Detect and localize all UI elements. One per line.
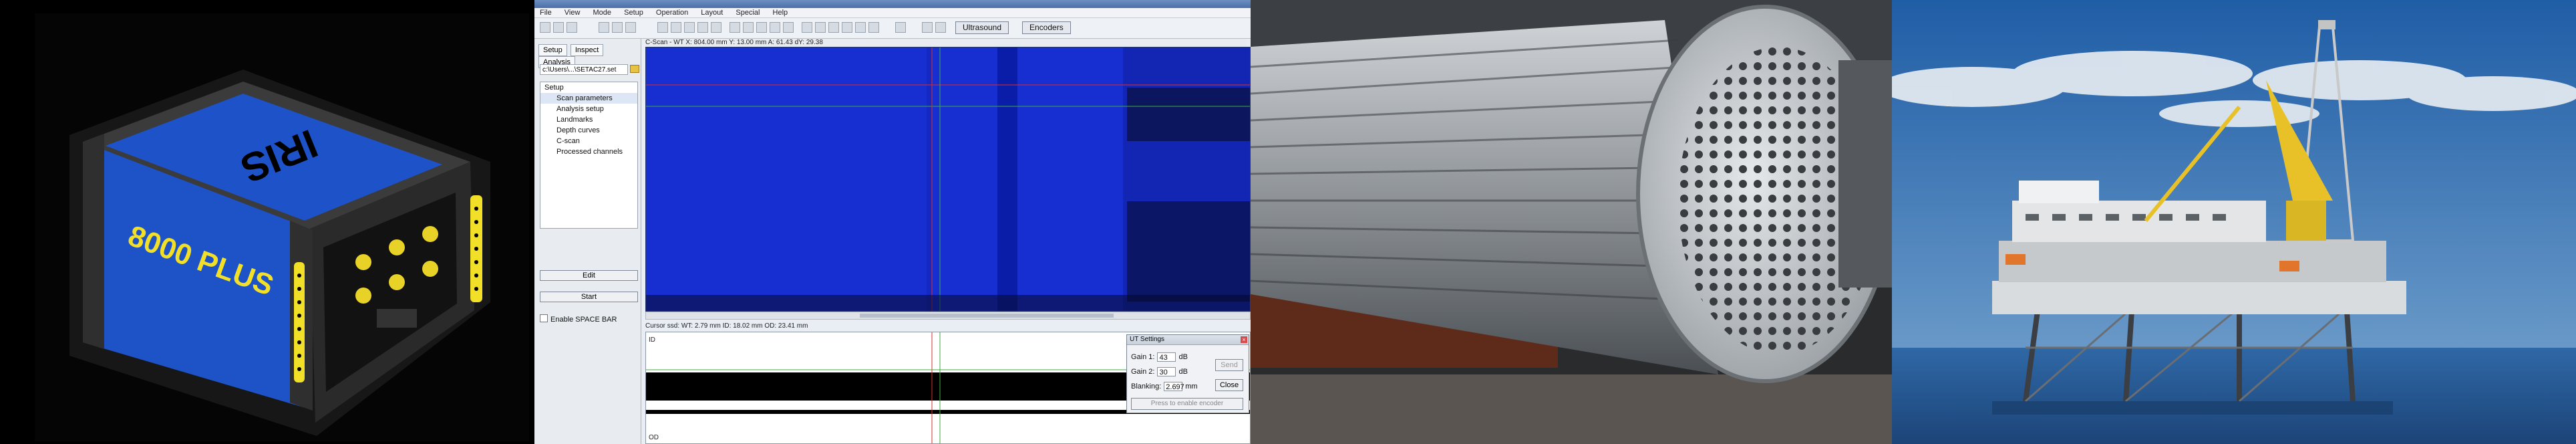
edit-button[interactable]: Edit (540, 270, 638, 281)
menu-file[interactable]: File (534, 8, 557, 17)
toolbar-button-cursor-icon[interactable] (612, 22, 623, 33)
enable-spacebar-label: Enable SPACE BAR (550, 316, 617, 324)
software-window: File View Mode Setup Operation Layout Sp… (534, 0, 1251, 444)
enable-encoder-hint[interactable]: Press to enable encoder (1131, 398, 1243, 410)
toolbar-button-undo-icon[interactable] (599, 22, 609, 33)
cursor-info: Cursor ssd: WT: 2.79 mm ID: 18.02 mm OD:… (645, 322, 808, 330)
gain1-input[interactable]: 43 (1157, 352, 1176, 362)
toolbar-button-move-icon[interactable] (625, 22, 636, 33)
menu-view[interactable]: View (559, 8, 586, 17)
toolbar-button-fit-icon[interactable] (697, 22, 708, 33)
menu-operation[interactable]: Operation (651, 8, 693, 17)
setup-tree-header[interactable]: Setup (540, 82, 637, 93)
setup-tree: Setup Scan parameters Analysis setup Lan… (540, 82, 638, 229)
toolbar-button-view-icon[interactable] (815, 22, 826, 33)
tree-item-cscan[interactable]: C-scan (540, 136, 637, 146)
toolbar-button-grid-icon[interactable] (684, 22, 695, 33)
toolbar-button-overlay-icon[interactable] (855, 22, 866, 33)
toolbar-button-export-icon[interactable] (756, 22, 767, 33)
tube-bundle-photo-panel (1251, 0, 1892, 444)
ut-settings-title[interactable]: UT Settings (1127, 335, 1249, 345)
toolbar-button-layout2-icon[interactable] (553, 22, 564, 33)
toolbar-button-capture-icon[interactable] (802, 22, 812, 33)
left-pane: Setup Inspect Analysis c:\Users\...\SETA… (534, 39, 641, 444)
offshore-platform-photo-panel (1892, 0, 2576, 444)
tab-inspect[interactable]: Inspect (570, 44, 604, 56)
toolbar-button-channel2-icon[interactable] (935, 22, 946, 33)
toolbar-button-flag-icon[interactable] (895, 22, 906, 33)
toolbar-button-channel-icon[interactable] (922, 22, 933, 33)
toolbar-button-list-icon[interactable] (567, 22, 577, 33)
tree-item-analysis-setup[interactable]: Analysis setup (540, 104, 637, 114)
device-photo-panel: IRIS 8000 PLUS (0, 0, 534, 444)
tab-setup[interactable]: Setup (538, 44, 567, 56)
offshore-platform-illustration (1892, 0, 2576, 444)
blanking-label: Blanking: (1131, 382, 1162, 391)
blanking-input[interactable]: 2.697 (1164, 382, 1184, 391)
toolbar-button-zoom-icon[interactable] (657, 22, 668, 33)
toolbar-button-print-icon[interactable] (743, 22, 754, 33)
blanking-unit: mm (1185, 382, 1198, 391)
folder-open-icon[interactable] (630, 65, 639, 73)
enable-spacebar-checkbox[interactable] (540, 314, 548, 322)
toolbar-button-color-icon[interactable] (828, 22, 839, 33)
window-title-bar[interactable] (534, 0, 1251, 8)
menu-mode[interactable]: Mode (588, 8, 617, 17)
close-button[interactable]: Close (1215, 379, 1243, 391)
gain2-unit: dB (1178, 367, 1188, 376)
send-button[interactable]: Send (1215, 359, 1243, 371)
cscan-horizontal-scrollbar[interactable] (645, 312, 1251, 320)
toolbar: Ultrasound Encoders (534, 18, 1251, 39)
ultrasound-mode-button[interactable]: Ultrasound (955, 21, 1009, 34)
gain1-label: Gain 1: (1131, 352, 1155, 361)
tube-bundle-illustration (1251, 0, 1892, 444)
toolbar-button-report-icon[interactable] (770, 22, 780, 33)
setup-path-field[interactable]: c:\Users\...\SETAC27.set (540, 64, 628, 75)
menu-bar: File View Mode Setup Operation Layout Sp… (534, 8, 1251, 18)
cscan-image (646, 47, 1250, 311)
menu-special[interactable]: Special (730, 8, 765, 17)
gain2-label: Gain 2: (1131, 367, 1155, 376)
toolbar-button-layout-icon[interactable] (540, 22, 550, 33)
start-button[interactable]: Start (540, 292, 638, 302)
bscan-od-label: OD (649, 434, 659, 441)
encoders-mode-button[interactable]: Encoders (1022, 21, 1071, 34)
toolbar-button-zoom-out-icon[interactable] (671, 22, 681, 33)
scroll-thumb[interactable] (860, 314, 1114, 318)
device-illustration: IRIS 8000 PLUS (0, 0, 534, 444)
gain2-row: Gain 2: 30 dB (1131, 367, 1188, 376)
tree-item-depth-curves[interactable]: Depth curves (540, 125, 637, 136)
dialog-close-icon[interactable]: × (1241, 336, 1247, 343)
tree-item-landmarks[interactable]: Landmarks (540, 114, 637, 125)
blanking-row: Blanking: 2.697mm (1131, 382, 1198, 391)
toolbar-button-signal-icon[interactable] (868, 22, 879, 33)
menu-layout[interactable]: Layout (695, 8, 728, 17)
cscan-view[interactable] (645, 47, 1251, 312)
gain1-row: Gain 1: 43 dB (1131, 352, 1188, 362)
image-strip: IRIS 8000 PLUS File View Mode Setup Oper… (0, 0, 2576, 444)
gain1-unit: dB (1178, 352, 1188, 361)
gain2-input[interactable]: 30 (1157, 367, 1176, 376)
menu-help[interactable]: Help (768, 8, 794, 17)
toolbar-button-settings-icon[interactable] (783, 22, 794, 33)
toolbar-button-measure-icon[interactable] (711, 22, 721, 33)
toolbar-button-save-icon[interactable] (730, 22, 740, 33)
cscan-header: C-Scan - WT X: 804.00 mm Y: 13.00 mm A: … (645, 39, 1247, 47)
menu-setup[interactable]: Setup (619, 8, 649, 17)
bscan-id-label: ID (649, 336, 655, 344)
enable-spacebar-row: Enable SPACE BAR (540, 314, 617, 324)
ut-settings-dialog: UT Settings × Gain 1: 43 dB Gain 2: 30 dB Bl… (1126, 334, 1249, 413)
tree-item-scan-parameters[interactable]: Scan parameters (540, 93, 637, 104)
toolbar-button-filter-icon[interactable] (842, 22, 852, 33)
tree-item-processed-channels[interactable]: Processed channels (540, 146, 637, 157)
